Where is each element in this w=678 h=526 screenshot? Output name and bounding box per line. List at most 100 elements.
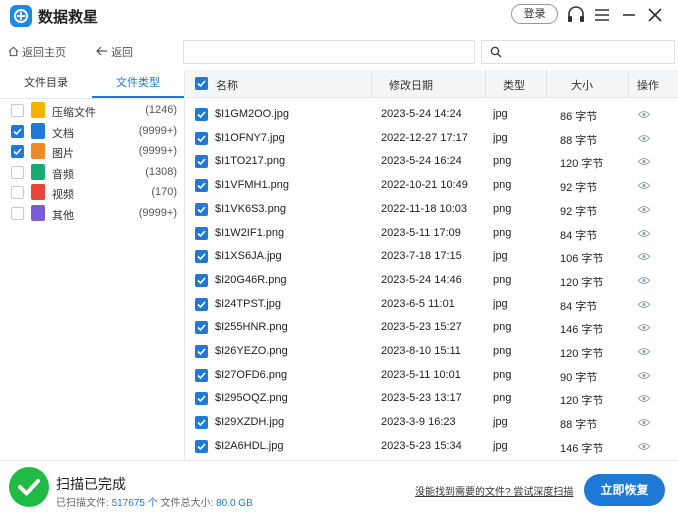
preview-eye-icon[interactable] <box>638 347 650 356</box>
preview-eye-icon[interactable] <box>638 323 650 332</box>
scanned-count: 517675 个 <box>111 498 158 509</box>
scanned-label: 已扫描文件: <box>56 498 109 509</box>
category-checkbox[interactable] <box>11 104 24 117</box>
home-link[interactable]: 返回主页 <box>8 44 66 60</box>
category-checkbox[interactable] <box>11 145 24 159</box>
file-date: 2023-5-23 15:34 <box>381 439 462 452</box>
headset-icon[interactable] <box>566 5 586 25</box>
search-input[interactable] <box>481 40 675 64</box>
header-size[interactable]: 大小 <box>571 77 593 93</box>
recover-button[interactable]: 立即恢复 <box>584 474 665 506</box>
header-date[interactable]: 修改日期 <box>389 77 433 93</box>
row-checkbox[interactable] <box>195 155 208 169</box>
close-icon[interactable] <box>645 5 665 25</box>
row-checkbox[interactable] <box>195 416 208 430</box>
file-name: $I1VK6S3.png <box>215 202 286 215</box>
table-row[interactable]: $I1TO217.png 2023-5-24 16:24 png 120 字节 <box>186 150 678 174</box>
file-name: $I255HNR.png <box>215 321 288 334</box>
preview-eye-icon[interactable] <box>638 110 650 119</box>
category-item[interactable]: 图片 (9999+) <box>0 141 185 162</box>
preview-eye-icon[interactable] <box>638 300 650 309</box>
row-checkbox[interactable] <box>195 226 208 240</box>
select-all-checkbox[interactable] <box>195 77 208 90</box>
row-checkbox[interactable] <box>195 131 208 145</box>
category-checkbox[interactable] <box>11 165 24 179</box>
table-row[interactable]: $I26YEZO.png 2023-8-10 15:11 png 120 字节 <box>186 340 678 364</box>
file-date: 2023-7-18 17:15 <box>381 250 462 263</box>
table-row[interactable]: $I255HNR.png 2023-5-23 15:27 png 146 字节 <box>186 316 678 340</box>
preview-eye-icon[interactable] <box>638 157 650 166</box>
table-row[interactable]: $I1W2IF1.png 2023-5-11 17:09 png 84 字节 <box>186 222 678 246</box>
deep-scan-link[interactable]: 没能找到需要的文件? 尝试深度扫描 <box>415 483 573 498</box>
back-link[interactable]: 返回 <box>96 44 133 60</box>
category-item[interactable]: 其他 (9999+) <box>0 203 185 224</box>
app-logo-icon <box>10 5 32 27</box>
category-item[interactable]: 压缩文件 (1246) <box>0 100 185 121</box>
file-name: $I20G46R.png <box>215 273 287 286</box>
table-row[interactable]: $I24TPST.jpg 2023-6-5 11:01 jpg 84 字节 <box>186 293 678 317</box>
row-checkbox[interactable] <box>195 439 208 453</box>
category-checkbox[interactable] <box>11 186 24 200</box>
other-icon <box>31 205 45 221</box>
menu-icon[interactable] <box>592 5 612 25</box>
preview-eye-icon[interactable] <box>638 418 650 427</box>
login-button[interactable]: 登录 <box>511 4 558 24</box>
table-row[interactable]: $I1VK6S3.png 2022-11-18 10:03 png 92 字节 <box>186 198 678 222</box>
preview-eye-icon[interactable] <box>638 134 650 143</box>
video-icon <box>31 184 45 201</box>
header-name[interactable]: 名称 <box>216 77 238 93</box>
table-row[interactable]: $I1OFNY7.jpg 2022-12-27 17:17 jpg 88 字节 <box>186 127 678 151</box>
file-name: $I1VFMH1.png <box>215 179 289 192</box>
row-checkbox[interactable] <box>195 108 208 121</box>
row-checkbox[interactable] <box>195 273 208 287</box>
category-label: 视频 <box>52 189 74 202</box>
path-field[interactable] <box>183 40 475 64</box>
table-header: 名称 修改日期 类型 大小 操作 <box>186 70 678 98</box>
tab-file-directory[interactable]: 文件目录 <box>0 70 92 98</box>
file-size: 90 字节 <box>560 371 598 384</box>
preview-eye-icon[interactable] <box>638 394 650 403</box>
table-row[interactable]: $I295OQZ.png 2023-5-23 13:17 png 120 字节 <box>186 387 678 411</box>
category-panel: 文件目录 文件类型 压缩文件 (1246) 文档 (9999+) 图片 (9999+) 音频… <box>0 70 185 460</box>
audio-icon <box>31 163 45 180</box>
category-item[interactable]: 视频 (170) <box>0 182 185 203</box>
preview-eye-icon[interactable] <box>638 442 650 451</box>
file-date: 2023-5-11 10:01 <box>381 368 461 381</box>
row-checkbox[interactable] <box>195 250 208 264</box>
category-item[interactable]: 音频 (1308) <box>0 162 185 183</box>
preview-eye-icon[interactable] <box>638 252 650 261</box>
preview-eye-icon[interactable] <box>638 181 650 190</box>
scan-status-title: 扫描已完成 <box>56 476 126 492</box>
preview-eye-icon[interactable] <box>638 276 650 285</box>
table-row[interactable]: $I20G46R.png 2023-5-24 14:46 png 120 字节 <box>186 269 678 293</box>
table-row[interactable]: $I1XS6JA.jpg 2023-7-18 17:15 jpg 106 字节 <box>186 245 678 269</box>
file-type: jpg <box>493 439 508 452</box>
file-type: png <box>493 202 512 215</box>
row-checkbox[interactable] <box>195 368 208 382</box>
table-row[interactable]: $I27OFD6.png 2023-5-11 10:01 png 90 字节 <box>186 364 678 388</box>
row-checkbox[interactable] <box>195 321 208 335</box>
row-checkbox[interactable] <box>195 179 208 193</box>
category-item[interactable]: 文档 (9999+) <box>0 121 185 142</box>
row-checkbox[interactable] <box>195 392 208 406</box>
category-checkbox[interactable] <box>11 207 24 220</box>
category-label: 其他 <box>52 210 74 222</box>
preview-eye-icon[interactable] <box>638 205 650 214</box>
table-row[interactable]: $I1GM2OO.jpg 2023-5-24 14:24 jpg 86 字节 <box>186 103 678 127</box>
file-name: $I1XS6JA.jpg <box>215 250 282 263</box>
row-checkbox[interactable] <box>195 345 208 358</box>
table-row[interactable]: $I1VFMH1.png 2022-10-21 10:49 png 92 字节 <box>186 174 678 198</box>
preview-eye-icon[interactable] <box>638 371 650 380</box>
row-checkbox[interactable] <box>195 202 208 216</box>
row-checkbox[interactable] <box>195 297 208 311</box>
table-row[interactable]: $I2A6HDL.jpg 2023-5-23 15:34 jpg 146 字节 <box>186 435 678 459</box>
file-name: $I1W2IF1.png <box>215 226 285 239</box>
file-size: 86 字节 <box>560 111 598 123</box>
category-checkbox[interactable] <box>11 124 24 138</box>
preview-eye-icon[interactable] <box>638 229 650 238</box>
file-date: 2023-3-9 16:23 <box>381 416 456 429</box>
table-row[interactable]: $I29XZDH.jpg 2023-3-9 16:23 jpg 88 字节 <box>186 411 678 435</box>
minimize-icon[interactable] <box>619 5 639 25</box>
header-type[interactable]: 类型 <box>503 77 525 93</box>
tab-file-type[interactable]: 文件类型 <box>92 70 184 98</box>
